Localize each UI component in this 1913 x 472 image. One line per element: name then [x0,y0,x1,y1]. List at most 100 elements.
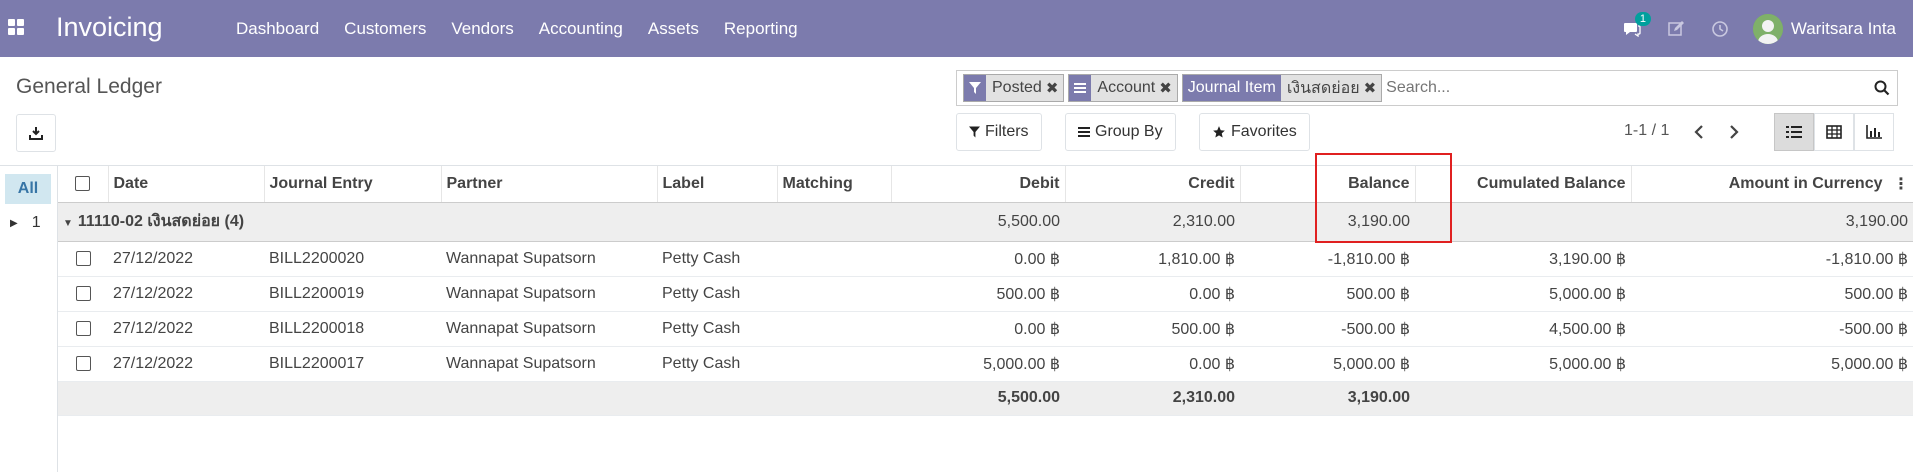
menu-item-assets[interactable]: Assets [648,19,699,39]
view-switcher [1774,113,1894,151]
favorites-button[interactable]: Favorites [1199,113,1310,151]
cell-journal-entry: BILL2200020 [264,241,441,277]
user-name[interactable]: Waritsara Inta [1791,19,1896,39]
cell-matching [777,241,891,277]
cell-label: Petty Cash [657,241,777,277]
cell-debit: 500.00 ฿ [891,276,1065,312]
group-debit: 5,500.00 [891,201,1065,242]
select-all-checkbox[interactable] [75,176,91,192]
cell-balance: 5,000.00 ฿ [1240,346,1415,382]
optional-columns-icon[interactable]: ⋮ [1893,174,1909,194]
pager-previous-icon[interactable] [1689,122,1709,142]
pager-value[interactable]: 1-1 / 1 [1624,122,1669,140]
cell-amount-currency: 5,000.00 ฿ [1631,346,1913,382]
cell-matching [777,346,891,382]
row-checkbox[interactable] [75,320,91,336]
row-checkbox[interactable] [75,250,91,266]
cell-debit: 0.00 ฿ [891,241,1065,277]
group-credit: 2,310.00 [1065,201,1240,242]
table-row[interactable]: 27/12/2022 BILL2200020 Wannapat Supatsor… [58,241,1913,277]
search-input[interactable] [1386,73,1867,103]
main-menu: Dashboard Customers Vendors Accounting A… [236,0,823,57]
cell-cumulated-balance: 3,190.00 ฿ [1415,241,1631,277]
facet-filter-remove-icon[interactable]: ✖ [1046,79,1059,97]
cell-cumulated-balance: 5,000.00 ฿ [1415,276,1631,312]
facet-group-by: Account ✖ [1068,74,1178,102]
cell-balance: 500.00 ฿ [1240,276,1415,312]
row-checkbox[interactable] [75,285,91,301]
column-header-journal-entry[interactable]: Journal Entry [264,166,442,203]
column-header-credit[interactable]: Credit [1065,166,1241,203]
table-row[interactable]: 27/12/2022 BILL2200019 Wannapat Supatsor… [58,276,1913,312]
column-header-date[interactable]: Date [108,166,265,203]
group-name: 11110-02 เงินสดย่อย (4) [77,213,245,230]
column-header-balance[interactable]: Balance [1240,166,1416,203]
user-avatar[interactable] [1752,13,1783,44]
group-row[interactable]: ▼ 11110-02 เงินสดย่อย (4) 5,500.00 2,310.… [58,201,1913,242]
column-header-matching[interactable]: Matching [777,166,892,203]
search-panel-item[interactable]: ▶ 1 [10,214,41,232]
cell-matching [777,276,891,312]
list-icon [1078,126,1090,138]
cell-journal-entry: BILL2200018 [264,311,441,347]
column-header-cumulated-balance[interactable]: Cumulated Balance [1415,166,1632,203]
group-by-label: Group By [1095,123,1163,140]
search-bar: Posted ✖ Account ✖ Journal Item เงินสดย่… [956,70,1898,106]
clock-icon[interactable] [1709,18,1731,40]
total-balance: 3,190.00 [1240,380,1415,416]
group-balance: 3,190.00 [1240,201,1415,242]
caret-down-icon[interactable]: ▼ [63,218,73,229]
menu-item-customers[interactable]: Customers [344,19,426,39]
caret-right-icon[interactable]: ▶ [10,218,18,229]
activity-icon[interactable] [1665,18,1687,40]
menu-item-dashboard[interactable]: Dashboard [236,19,319,39]
group-by-button[interactable]: Group By [1065,113,1176,151]
row-checkbox-cell [58,346,108,382]
app-name[interactable]: Invoicing [56,12,163,43]
cell-journal-entry: BILL2200017 [264,346,441,382]
facet-filter: Posted ✖ [963,74,1065,102]
total-credit: 2,310.00 [1065,380,1240,416]
menu-item-accounting[interactable]: Accounting [539,19,623,39]
messages-count-badge: 1 [1634,11,1651,26]
list-view-icon[interactable] [1774,113,1814,151]
pivot-view-icon[interactable] [1814,113,1854,151]
column-header-amount-in-currency[interactable]: Amount in Currency [1631,166,1913,203]
cell-label: Petty Cash [657,346,777,382]
search-icon[interactable] [1867,73,1897,103]
facet-journal-item-value: เงินสดย่อย [1286,79,1360,97]
facet-group-by-value: Account [1097,79,1156,96]
facet-journal-item: Journal Item เงินสดย่อย ✖ [1181,74,1383,102]
column-header-debit[interactable]: Debit [891,166,1066,203]
column-header-partner[interactable]: Partner [441,166,658,203]
column-header-label[interactable]: Label [657,166,778,203]
cell-amount-currency: -1,810.00 ฿ [1631,241,1913,277]
graph-view-icon[interactable] [1854,113,1894,151]
messages-icon[interactable]: 1 [1621,11,1651,40]
menu-item-vendors[interactable]: Vendors [451,19,513,39]
group-empty-cell [1415,201,1631,242]
table-row[interactable]: 27/12/2022 BILL2200017 Wannapat Supatsor… [58,346,1913,382]
facet-group-by-remove-icon[interactable]: ✖ [1159,79,1172,97]
group-empty-cell [777,201,891,242]
totals-row: 5,500.00 2,310.00 3,190.00 [58,380,1913,416]
row-checkbox[interactable] [75,355,91,371]
menu-item-reporting[interactable]: Reporting [724,19,798,39]
pager-next-icon[interactable] [1724,122,1744,142]
search-panel-all[interactable]: All [5,174,51,204]
cell-balance: -500.00 ฿ [1240,311,1415,347]
star-icon [1212,125,1226,139]
table-row[interactable]: 27/12/2022 BILL2200018 Wannapat Supatsor… [58,311,1913,347]
search-panel: All ▶ 1 [0,166,58,472]
cell-amount-currency: -500.00 ฿ [1631,311,1913,347]
apps-menu-icon[interactable] [8,19,24,35]
group-amount-currency: 3,190.00 [1631,201,1913,242]
cell-credit: 1,810.00 ฿ [1065,241,1240,277]
facet-journal-item-remove-icon[interactable]: ✖ [1364,79,1377,97]
favorites-label: Favorites [1231,123,1297,140]
filter-icon [969,126,980,138]
cell-cumulated-balance: 4,500.00 ฿ [1415,311,1631,347]
filters-button[interactable]: Filters [956,113,1042,151]
export-button[interactable] [16,114,56,152]
group-by-icon [1069,75,1092,101]
